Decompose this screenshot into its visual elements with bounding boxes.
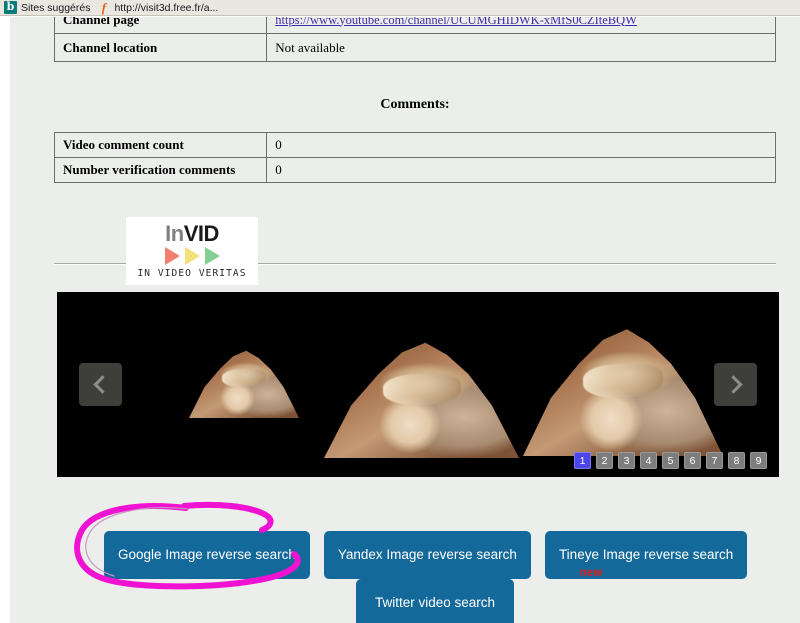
browser-bookmarks-bar: b Sites suggérés f http://visit3d.free.f… [0, 0, 800, 16]
comments-heading: Comments: [380, 97, 450, 112]
invid-wordmark: InVID [165, 223, 219, 245]
invid-logo: InVID IN VIDEO VERITAS [126, 217, 258, 285]
comments-table: Video comment count 0 Number verificatio… [53, 132, 776, 183]
play-triangle-yellow-icon [184, 247, 200, 265]
page-content: Channel page https://www.youtube.com/cha… [10, 17, 800, 623]
channel-location-value: Not available [266, 33, 776, 62]
invid-wordmark-vid: VID [183, 221, 220, 246]
invid-wordmark-in: In [165, 221, 184, 246]
carousel-pagination: 1 2 3 4 5 6 7 8 9 [574, 452, 767, 469]
table-row: Channel page https://www.youtube.com/cha… [53, 17, 776, 34]
thumbnail-image [523, 329, 723, 456]
favicon-italic-f-icon: f [101, 0, 107, 15]
bookmark-suggested-sites-label: Sites suggérés [21, 1, 91, 14]
channel-page-label: Channel page [53, 17, 268, 34]
google-image-reverse-search-button[interactable]: Google Image reverse search [104, 531, 310, 579]
bookmark-suggested-sites[interactable]: b Sites suggérés [2, 0, 96, 15]
channel-page-value: https://www.youtube.com/channel/UCUMGHID… [266, 17, 776, 34]
bing-suggested-sites-icon: b [4, 1, 17, 14]
new-badge: new [580, 567, 603, 579]
verification-comments-label: Number verification comments [53, 157, 268, 183]
table-row: Video comment count 0 [53, 132, 776, 158]
verification-comments-value: 0 [266, 157, 776, 183]
pagination-page-8[interactable]: 8 [728, 452, 745, 469]
chevron-right-icon [724, 375, 743, 394]
page-viewport: Channel page https://www.youtube.com/cha… [0, 17, 800, 623]
video-search-button-row: Twitter video search [356, 579, 514, 623]
tineye-image-reverse-search-button[interactable]: Tineye Image reverse search [544, 531, 748, 579]
pagination-page-4[interactable]: 4 [640, 452, 657, 469]
pagination-page-5[interactable]: 5 [662, 452, 679, 469]
keyframe-thumbnail[interactable] [523, 324, 723, 456]
pagination-page-3[interactable]: 3 [618, 452, 635, 469]
channel-page-link[interactable]: https://www.youtube.com/channel/UCUMGHID… [275, 17, 637, 27]
keyframe-thumbnail[interactable] [324, 338, 519, 458]
bookmark-visit3d-label: http://visit3d.free.fr/a... [114, 1, 219, 14]
pagination-page-6[interactable]: 6 [684, 452, 701, 469]
keyframe-carousel: 1 2 3 4 5 6 7 8 9 [57, 292, 779, 477]
twitter-video-search-button[interactable]: Twitter video search [356, 579, 514, 623]
yandex-image-reverse-search-button[interactable]: Yandex Image reverse search [323, 531, 531, 579]
bookmark-visit3d[interactable]: f http://visit3d.free.fr/a... [96, 0, 224, 15]
pagination-page-1[interactable]: 1 [574, 452, 591, 469]
keyframe-thumbnail[interactable] [189, 348, 299, 418]
invid-triangles [164, 247, 220, 265]
invid-tagline: IN VIDEO VERITAS [137, 268, 247, 279]
reverse-search-button-row: Google Image reverse search Yandex Image… [104, 531, 748, 579]
play-triangle-green-icon [204, 247, 220, 265]
channel-location-label: Channel location [53, 33, 268, 62]
video-comment-count-label: Video comment count [53, 132, 268, 158]
pagination-page-7[interactable]: 7 [706, 452, 723, 469]
carousel-prev-button[interactable] [79, 363, 122, 406]
pagination-page-9[interactable]: 9 [750, 452, 767, 469]
table-row: Channel location Not available [53, 33, 776, 62]
thumbnail-image [189, 350, 299, 418]
chevron-left-icon [93, 375, 112, 394]
play-triangle-red-icon [164, 247, 180, 265]
table-row: Number verification comments 0 [53, 157, 776, 183]
channel-info-table: Channel page https://www.youtube.com/cha… [53, 17, 776, 62]
thumbnail-image [324, 342, 519, 458]
pagination-page-2[interactable]: 2 [596, 452, 613, 469]
carousel-next-button[interactable] [714, 363, 757, 406]
video-comment-count-value: 0 [266, 132, 776, 158]
